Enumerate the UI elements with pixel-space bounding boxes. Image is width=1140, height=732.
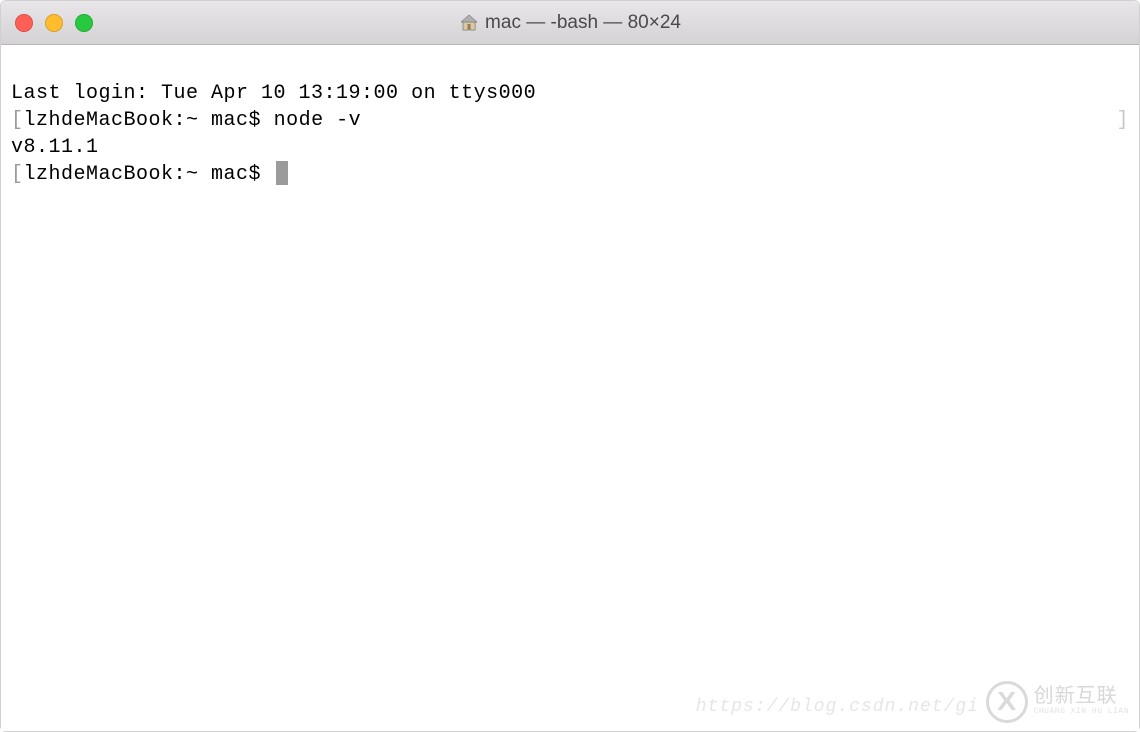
logo-sub-text: CHUANG XIN HU LIAN (1034, 708, 1129, 716)
zoom-button[interactable] (75, 14, 93, 32)
home-icon (459, 13, 479, 33)
terminal-line-prompt2: [lzhdeMacBook:~ mac$ (11, 161, 1129, 188)
terminal-line-output: v8.11.1 (11, 134, 1129, 161)
prompt-host: lzhdeMacBook:~ mac$ (24, 163, 274, 186)
cursor (276, 161, 288, 185)
prompt-host: lzhdeMacBook:~ mac$ (24, 109, 274, 132)
bracket-right: ] (1116, 107, 1129, 134)
traffic-lights (1, 14, 93, 32)
terminal-content[interactable]: Last login: Tue Apr 10 13:19:00 on ttys0… (1, 45, 1139, 731)
bracket-left: [ (11, 109, 24, 132)
logo-icon: X (986, 681, 1028, 723)
prompt-command: node -v (274, 109, 362, 132)
minimize-button[interactable] (45, 14, 63, 32)
logo-main-text: 创新互联 (1034, 688, 1129, 708)
watermark-url: https://blog.csdn.net/gi (696, 695, 979, 719)
bracket-left: [ (11, 163, 24, 186)
window-title: mac — -bash — 80×24 (485, 12, 681, 34)
logo-watermark: X 创新互联 CHUANG XIN HU LIAN (986, 681, 1129, 723)
window-title-area: mac — -bash — 80×24 (459, 12, 681, 34)
terminal-line-prompt1: [lzhdeMacBook:~ mac$ node -v] (11, 107, 1129, 134)
close-button[interactable] (15, 14, 33, 32)
terminal-line-last-login: Last login: Tue Apr 10 13:19:00 on ttys0… (11, 80, 1129, 107)
logo-text: 创新互联 CHUANG XIN HU LIAN (1034, 688, 1129, 716)
window-titlebar: mac — -bash — 80×24 (1, 1, 1139, 45)
